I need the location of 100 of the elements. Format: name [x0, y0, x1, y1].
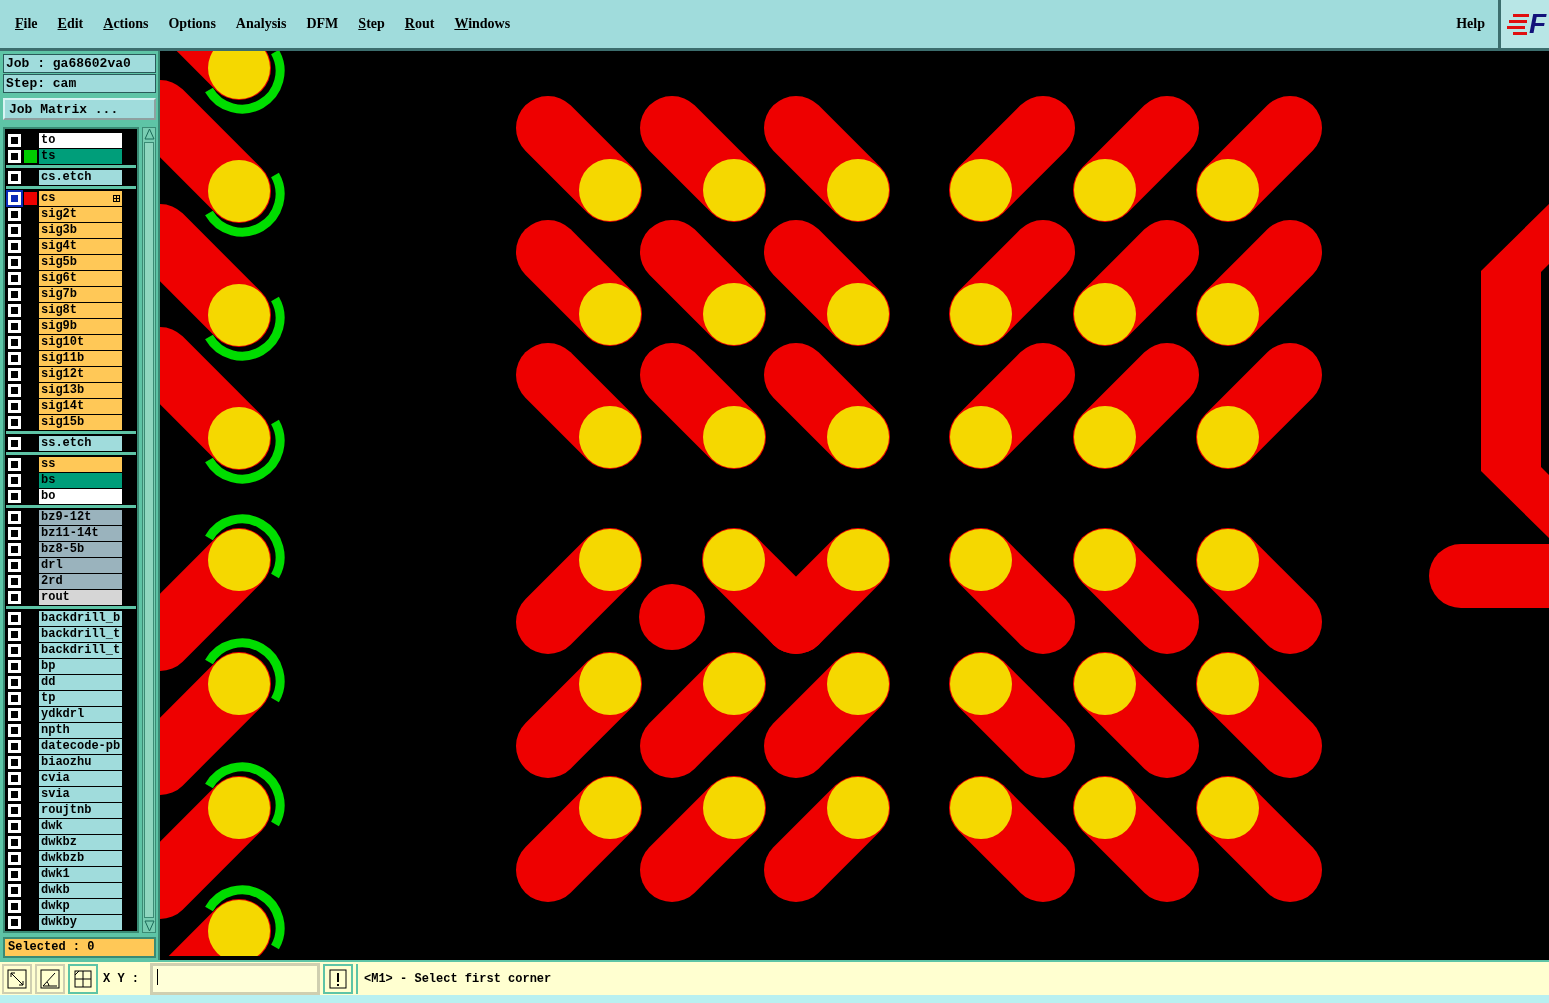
layer-name[interactable]: dwk1 — [39, 866, 122, 882]
checkbox[interactable] — [8, 771, 21, 785]
zoom-icon[interactable] — [2, 963, 32, 994]
measure-icon[interactable] — [35, 963, 65, 994]
alert-icon[interactable] — [323, 963, 353, 994]
layer-name[interactable]: svia — [39, 786, 122, 802]
checkbox[interactable] — [8, 399, 21, 413]
layer-name[interactable]: sig14t — [39, 398, 122, 414]
layer-name[interactable]: dwk — [39, 818, 122, 834]
layer-name[interactable]: backdrill_t — [39, 626, 122, 642]
checkbox[interactable] — [8, 335, 21, 349]
checkbox[interactable] — [8, 239, 21, 253]
layer-name[interactable]: sig8t — [39, 302, 122, 318]
checkbox[interactable] — [8, 627, 21, 641]
layer-name[interactable]: cvia — [39, 770, 122, 786]
checkbox[interactable] — [8, 436, 21, 450]
checkbox[interactable] — [8, 415, 21, 429]
layer-name[interactable]: dwkbz — [39, 834, 122, 850]
checkbox[interactable] — [8, 835, 21, 849]
layer-name[interactable]: backdrill_t — [39, 642, 122, 658]
layer-name[interactable]: bo — [39, 488, 122, 504]
layer-name[interactable]: sig6t — [39, 270, 122, 286]
coordinate-input-field[interactable] — [150, 962, 320, 995]
layer-name[interactable]: sig5b — [39, 254, 122, 270]
layer-name[interactable]: 2rd — [39, 573, 122, 589]
menu-item[interactable]: DFM — [303, 14, 342, 34]
checkbox[interactable] — [8, 803, 21, 817]
layer-name[interactable]: ydkdrl — [39, 706, 122, 722]
help-menu[interactable]: Help — [1453, 14, 1488, 34]
checkbox[interactable] — [8, 739, 21, 753]
checkbox[interactable] — [8, 191, 21, 205]
menu-item[interactable]: Options — [165, 14, 219, 34]
checkbox[interactable] — [8, 643, 21, 657]
menu-item[interactable]: Edit — [54, 14, 87, 34]
checkbox[interactable] — [8, 149, 21, 163]
checkbox[interactable] — [8, 851, 21, 865]
checkbox[interactable] — [8, 899, 21, 913]
layer-name[interactable]: sig10t — [39, 334, 122, 350]
checkbox[interactable] — [8, 489, 21, 503]
checkbox[interactable] — [8, 367, 21, 381]
layer-name[interactable]: dd — [39, 674, 122, 690]
checkbox[interactable] — [8, 457, 21, 471]
layer-name[interactable]: sig12t — [39, 366, 122, 382]
checkbox[interactable] — [8, 170, 21, 184]
checkbox[interactable] — [8, 473, 21, 487]
checkbox[interactable] — [8, 883, 21, 897]
checkbox[interactable] — [8, 133, 21, 147]
checkbox[interactable] — [8, 558, 21, 572]
layer-name[interactable]: bp — [39, 658, 122, 674]
job-matrix-button[interactable]: Job Matrix ... — [3, 98, 156, 120]
checkbox[interactable] — [8, 319, 21, 333]
layer-name[interactable]: sig3b — [39, 222, 122, 238]
checkbox[interactable] — [8, 526, 21, 540]
layer-name[interactable]: dwkp — [39, 898, 122, 914]
checkbox[interactable] — [8, 659, 21, 673]
layer-name[interactable]: npth — [39, 722, 122, 738]
layer-name[interactable]: bs — [39, 472, 122, 488]
layer-name[interactable]: cs.etch — [39, 169, 122, 185]
layer-name[interactable]: roujtnb — [39, 802, 122, 818]
layer-name[interactable]: bz8-5b — [39, 541, 122, 557]
scrollbar-thumb[interactable] — [144, 142, 154, 918]
checkbox[interactable] — [8, 590, 21, 604]
menu-item[interactable]: Rout — [401, 14, 438, 34]
checkbox[interactable] — [8, 542, 21, 556]
checkbox[interactable] — [8, 707, 21, 721]
layer-name[interactable]: dwkb — [39, 882, 122, 898]
checkbox[interactable] — [8, 915, 21, 929]
checkbox[interactable] — [8, 383, 21, 397]
layer-name[interactable]: sig11b — [39, 350, 122, 366]
checkbox[interactable] — [8, 287, 21, 301]
layer-color-swatch[interactable] — [24, 149, 37, 163]
scrollbar[interactable] — [142, 127, 156, 933]
menu-item[interactable]: Analysis — [232, 14, 290, 34]
menu-item[interactable]: Actions — [100, 14, 152, 34]
checkbox[interactable] — [8, 207, 21, 221]
layer-name[interactable]: datecode-pb — [39, 738, 122, 754]
layer-name[interactable]: dwkby — [39, 914, 122, 930]
grid-icon[interactable] — [68, 963, 98, 994]
checkbox[interactable] — [8, 510, 21, 524]
checkbox[interactable] — [8, 223, 21, 237]
menu-item[interactable]: Step — [355, 14, 388, 34]
layer-name[interactable]: sig4t — [39, 238, 122, 254]
checkbox[interactable] — [8, 351, 21, 365]
checkbox[interactable] — [8, 867, 21, 881]
layer-name[interactable]: dwkbzb — [39, 850, 122, 866]
checkbox[interactable] — [8, 255, 21, 269]
checkbox[interactable] — [8, 303, 21, 317]
layer-name[interactable]: bz9-12t — [39, 509, 122, 525]
scroll-up-icon[interactable] — [143, 128, 155, 140]
layer-name[interactable]: biaozhu — [39, 754, 122, 770]
checkbox[interactable] — [8, 675, 21, 689]
checkbox[interactable] — [8, 611, 21, 625]
layer-name[interactable]: sig2t — [39, 206, 122, 222]
layer-name[interactable]: ts — [39, 148, 122, 164]
layer-name[interactable]: drl — [39, 557, 122, 573]
checkbox[interactable] — [8, 271, 21, 285]
layer-name[interactable]: sig7b — [39, 286, 122, 302]
menu-item[interactable]: Windows — [451, 14, 514, 34]
layer-name[interactable]: tp — [39, 690, 122, 706]
checkbox[interactable] — [8, 574, 21, 588]
